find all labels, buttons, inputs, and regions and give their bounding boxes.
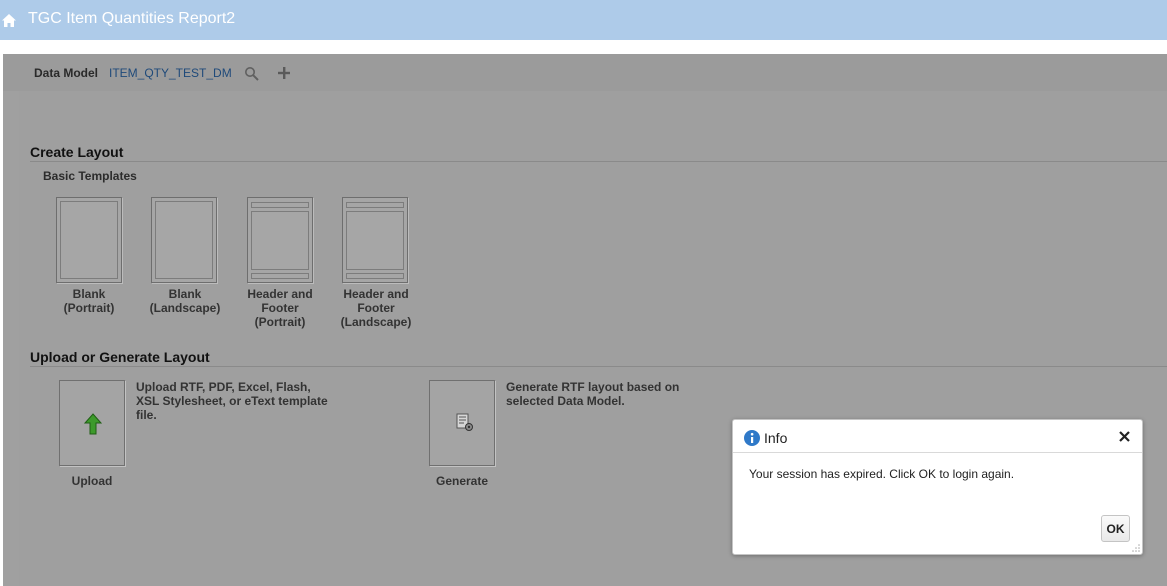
template-label[interactable]: Blank (Landscape) <box>145 287 225 315</box>
home-icon[interactable] <box>2 14 16 27</box>
info-icon <box>744 430 760 446</box>
template-body-band <box>251 211 309 270</box>
template-header-band <box>251 202 309 208</box>
upload-generate-title: Upload or Generate Layout <box>30 349 210 365</box>
template-footer-band <box>346 273 404 279</box>
close-icon[interactable] <box>1119 431 1130 442</box>
template-page-outline <box>60 201 118 279</box>
resize-grip-icon[interactable] <box>1131 543 1140 552</box>
template-page-outline <box>155 201 213 279</box>
template-header-band <box>346 202 404 208</box>
upload-label[interactable]: Upload <box>59 474 125 488</box>
template-blank-portrait[interactable] <box>56 197 122 283</box>
template-header-footer-landscape[interactable] <box>342 197 408 283</box>
generate-label[interactable]: Generate <box>429 474 495 488</box>
report-title: TGC Item Quantities Report2 <box>28 10 236 27</box>
generate-button[interactable] <box>429 380 495 466</box>
template-label[interactable]: Header and Footer (Landscape) <box>336 287 416 329</box>
upload-button[interactable] <box>59 380 125 466</box>
data-model-label: Data Model <box>34 66 99 80</box>
app-header: TGC Item Quantities Report2 <box>0 0 1167 40</box>
dialog-title: Info <box>764 430 788 446</box>
section-divider <box>30 366 1167 367</box>
ok-button[interactable]: OK <box>1101 515 1130 542</box>
create-layout-title: Create Layout <box>30 144 124 160</box>
generate-description: Generate RTF layout based on selected Da… <box>506 380 680 408</box>
session-expired-dialog: Info Your session has expired. Click OK … <box>732 419 1143 555</box>
template-body-band <box>346 211 404 270</box>
section-divider <box>30 161 1167 162</box>
basic-templates-title: Basic Templates <box>43 169 137 183</box>
template-footer-band <box>251 273 309 279</box>
search-icon[interactable] <box>244 66 260 82</box>
plus-icon[interactable] <box>276 65 292 81</box>
template-blank-landscape[interactable] <box>151 197 217 283</box>
data-model-bar: Data Model ITEM_QTY_TEST_DM <box>3 54 1167 91</box>
data-model-link[interactable]: ITEM_QTY_TEST_DM <box>109 66 232 80</box>
upload-description: Upload RTF, PDF, Excel, Flash, XSL Style… <box>136 380 328 422</box>
template-header-footer-portrait[interactable] <box>247 197 313 283</box>
dialog-message: Your session has expired. Click OK to lo… <box>749 467 1015 481</box>
template-label[interactable]: Blank (Portrait) <box>49 287 129 315</box>
upload-arrow-icon <box>84 413 102 435</box>
template-label[interactable]: Header and Footer (Portrait) <box>240 287 320 329</box>
dialog-header: Info <box>733 420 1142 453</box>
generate-document-icon <box>456 413 473 431</box>
